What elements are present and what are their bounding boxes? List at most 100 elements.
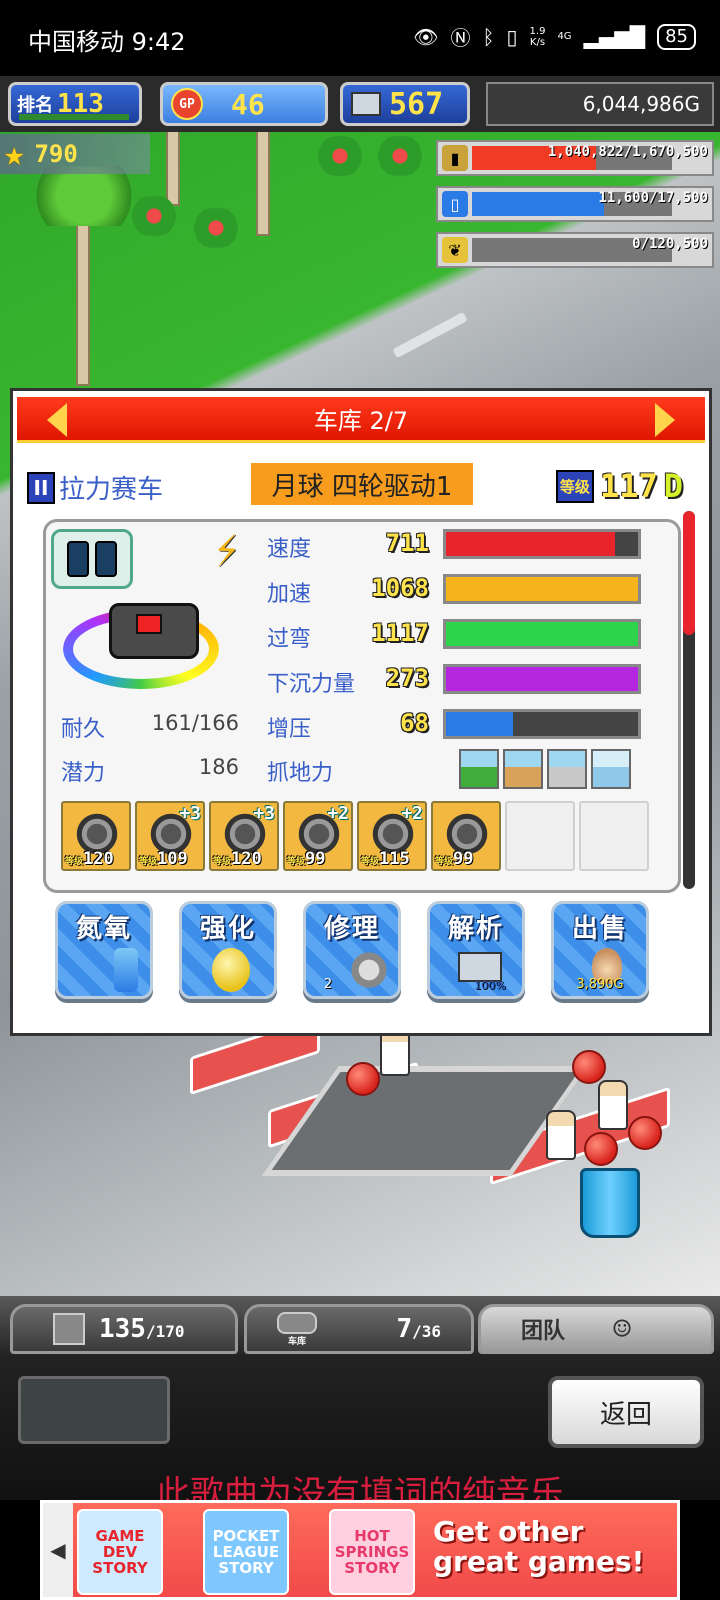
prev-arrow-icon[interactable] [47,403,67,437]
ad-cta[interactable]: Get other great games! [433,1517,644,1577]
car-name[interactable]: 月球 四轮驱动1 [251,463,473,505]
part-level: 等级120 [65,849,114,869]
gp-counter[interactable]: GP 46 [160,82,328,126]
nitro-resource[interactable]: ▯ 11,600/17,500 [436,186,714,222]
net-speed: 1.9 K/s [529,25,546,48]
ball [346,1062,380,1096]
action-label: 修理 [323,914,380,944]
items-max: 170 [155,1322,185,1341]
sell-button[interactable]: 出售 3,890G [551,901,649,999]
snow-terrain-icon[interactable] [547,749,587,789]
engine-part[interactable]: 等级120 [61,801,131,871]
back-button[interactable]: 返回 [548,1376,704,1448]
stat-fill [446,712,514,736]
garage-max: 36 [421,1322,441,1341]
kart-icon [109,603,199,659]
pit-crew [546,1110,576,1160]
desert-terrain-icon[interactable] [503,749,543,789]
turbo-part[interactable]: +2 等级99 [283,801,353,871]
ad-game-dev-story[interactable]: GAME DEV STORY [77,1509,163,1595]
road-marking [392,311,468,359]
items-tab[interactable]: 135/170 [10,1304,238,1354]
net-type: 4G [557,31,572,42]
stat-value: 711 [385,529,429,557]
stat-bar [443,529,641,559]
durability-label: 耐久 [61,717,106,742]
carrier-name: 中国移动 [28,28,124,56]
exhaust-part[interactable]: +2 等级115 [357,801,427,871]
grass-terrain-icon[interactable] [459,749,499,789]
stat-value: 1068 [371,574,429,602]
repair-button[interactable]: 修理 2 [303,901,401,999]
part-level: 等级99 [435,849,474,869]
flower-bush [186,208,246,248]
part-plus: +3 [253,803,275,824]
level-tag: 等级 [555,469,594,503]
tire-part[interactable]: +3 等级109 [135,801,205,871]
battery-icon: 85 [657,23,696,50]
nitro-text: 11,600/17,500 [598,190,708,206]
stat-label: 速度 [267,537,312,562]
garage-tab[interactable]: 车库 7/36 [244,1304,474,1354]
top-hud: 排名 113 GP 46 567 6,044,986G [0,76,720,132]
nitro-button[interactable]: 氮氧 [55,901,153,999]
computer-icon [458,952,502,982]
garage-panel: 车库 2/7 II 拉力赛车 月球 四轮驱动1 等级 117 D ⚡ 速度 71… [10,388,712,1036]
analyze-button[interactable]: 解析 100% [427,901,525,999]
scrollbar-thumb[interactable] [683,511,695,635]
trash-bin [580,1168,640,1238]
stat-value: 1117 [371,619,429,647]
wheat-resource[interactable]: ❦ 0/120,500 [436,232,714,268]
stat-value: 68 [400,709,429,737]
action-label: 解析 [447,914,504,944]
stat-bar [443,619,641,649]
team-tab[interactable]: 团队 ☺ [478,1304,714,1354]
money-display[interactable]: 6,044,986G [486,82,714,126]
stat-fill [446,532,615,556]
stat-label: 下沉力量 [267,672,356,697]
crate-icon [53,1313,85,1345]
rank-badge[interactable]: 排名 113 [8,82,142,126]
team-label: 团队 [521,1319,566,1344]
garage-caption: 车库 [287,1336,306,1347]
car-class: II 拉力赛车 [27,469,163,506]
fuel-resource[interactable]: ▮ 1,040,822/1,670,500 [436,140,714,176]
ice-terrain-icon[interactable] [591,749,631,789]
potential-value: 186 [198,755,239,779]
stat-bar [443,664,641,694]
durability-value: 161/166 [151,711,239,735]
repair-count: 2 [323,977,333,992]
brake-part[interactable]: +3 等级120 [209,801,279,871]
ad-banner[interactable]: ◀ GAME DEV STORY POCKET LEAGUE STORY HOT… [40,1500,680,1600]
garage-icon: 车库 [277,1311,317,1347]
ad-hot-springs-story[interactable]: HOT SPRINGS STORY [329,1509,415,1595]
suspension-part[interactable]: 等级99 [431,801,501,871]
stat-value: 273 [385,664,429,692]
empty-part-slot[interactable] [579,801,649,871]
fuel-barrel-icon: ▮ [442,145,468,171]
empty-part-slot[interactable] [505,801,575,871]
ad-cta-line1: Get other [433,1515,584,1548]
part-level: 等级115 [361,849,410,869]
ad-prev-arrow-icon[interactable]: ◀ [43,1503,73,1597]
upgrade-button[interactable]: 强化 [179,901,277,999]
gp-value: 46 [231,87,265,121]
star-counter[interactable]: ★ 790 [0,134,150,174]
action-label: 出售 [571,914,628,944]
stat-label: 增压 [267,717,312,742]
analyze-percent: 100% [474,979,506,992]
palm-tree [256,126,270,236]
bluetooth-icon: ᛒ [482,24,495,49]
items-count: 135 [99,1314,146,1344]
garage-title: 车库 2/7 [313,407,409,435]
stat-label: 过弯 [267,627,312,652]
ad-pocket-league-story[interactable]: POCKET LEAGUE STORY [203,1509,289,1595]
research-counter[interactable]: 567 [340,82,470,126]
stat-fill [446,577,638,601]
potential-label: 潜力 [61,761,106,786]
stat-bar [443,709,641,739]
grip-label: 抓地力 [267,761,334,786]
next-arrow-icon[interactable] [655,403,675,437]
part-level: 等级109 [139,849,188,869]
stat-fill [446,667,638,691]
